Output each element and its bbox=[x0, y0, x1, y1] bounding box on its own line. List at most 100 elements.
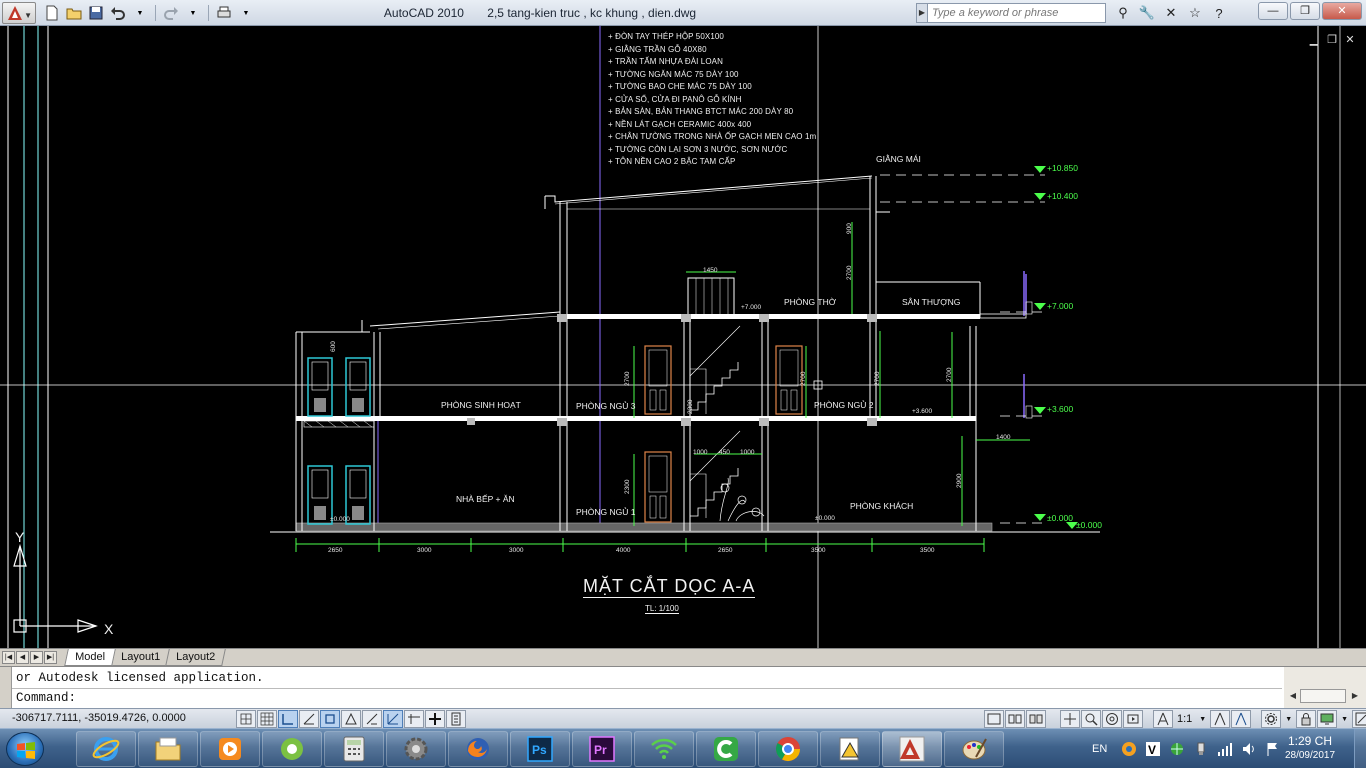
clean-screen-button[interactable] bbox=[1352, 710, 1366, 728]
restore-drawing-button[interactable]: ❐ bbox=[1326, 33, 1338, 46]
minimize-button[interactable]: — bbox=[1258, 2, 1288, 20]
previous-tab-button[interactable]: ◀ bbox=[16, 651, 29, 664]
tab-layout1[interactable]: Layout1 bbox=[110, 649, 171, 666]
tray-volume[interactable] bbox=[1239, 739, 1259, 759]
taskbar-chrome[interactable] bbox=[758, 731, 818, 767]
auto-scale-button[interactable] bbox=[1231, 710, 1252, 728]
label-phong-ngu-2: PHÒNG NGỦ 2 bbox=[814, 400, 874, 410]
model-space-button[interactable] bbox=[984, 710, 1004, 728]
clock-date: 28/09/2017 bbox=[1284, 750, 1336, 761]
annotation-scale-value[interactable]: 1:1 bbox=[1174, 713, 1195, 725]
taskbar-settings-app[interactable] bbox=[386, 731, 446, 767]
level-0000: ±0.000 bbox=[1047, 513, 1073, 523]
coordinate-readout[interactable]: -306717.7111, -35019.4726, 0.0000 bbox=[12, 712, 186, 724]
favorites-star-icon[interactable]: ☆ bbox=[1184, 3, 1206, 23]
label-phong-ngu-3: PHÒNG NGỦ 3 bbox=[576, 401, 636, 411]
showmotion-button[interactable] bbox=[1123, 710, 1143, 728]
dynamic-ucs-toggle[interactable] bbox=[383, 710, 403, 728]
chevron-down-icon[interactable]: ▼ bbox=[1196, 716, 1209, 723]
redo-button[interactable] bbox=[161, 3, 181, 23]
search-input[interactable]: Type a keyword or phrase bbox=[928, 3, 1106, 23]
subscription-key-icon[interactable]: 🔧 bbox=[1136, 3, 1158, 23]
steering-wheel-button[interactable] bbox=[1102, 710, 1122, 728]
lineweight-toggle[interactable] bbox=[425, 710, 445, 728]
undo-dropdown[interactable]: ▼ bbox=[130, 3, 150, 23]
taskbar-premiere[interactable]: Pr bbox=[572, 731, 632, 767]
minimize-drawing-button[interactable]: ▁ bbox=[1308, 33, 1320, 46]
tray-usb[interactable] bbox=[1191, 739, 1211, 759]
command-input[interactable]: Command: bbox=[16, 691, 76, 705]
tray-network-globe[interactable] bbox=[1167, 739, 1187, 759]
zoom-button[interactable] bbox=[1081, 710, 1101, 728]
taskbar-clock[interactable]: 1:29 CH 28/09/2017 bbox=[1270, 733, 1350, 763]
snap-mode-toggle[interactable] bbox=[236, 710, 256, 728]
taskbar-media-player[interactable] bbox=[200, 731, 260, 767]
language-indicator[interactable]: EN bbox=[1092, 743, 1107, 755]
drawing-area[interactable]: ▁ ❐ ✕ + ĐÒN TAY THÉP HỘP 50X100 + GIẰNG … bbox=[0, 26, 1366, 648]
tray-app-icon[interactable] bbox=[1119, 739, 1139, 759]
polar-tracking-toggle[interactable] bbox=[299, 710, 319, 728]
scroll-left-icon[interactable]: ◀ bbox=[1286, 689, 1300, 703]
taskbar-coccoc[interactable] bbox=[262, 731, 322, 767]
taskbar-doc-app[interactable] bbox=[820, 731, 880, 767]
binoculars-icon[interactable]: ⚲ bbox=[1112, 3, 1134, 23]
close-button[interactable]: ✕ bbox=[1322, 2, 1362, 20]
note-line: + ĐÒN TAY THÉP HỘP 50X100 bbox=[608, 32, 724, 41]
command-window-grip[interactable] bbox=[0, 667, 12, 709]
search-expand-button[interactable]: ▶ bbox=[916, 3, 928, 23]
object-snap-toggle[interactable] bbox=[320, 710, 340, 728]
taskbar-photoshop[interactable]: Ps bbox=[510, 731, 570, 767]
qat-customize-dropdown[interactable]: ▼ bbox=[236, 3, 256, 23]
new-button[interactable] bbox=[42, 3, 62, 23]
pan-button[interactable] bbox=[1060, 710, 1080, 728]
tray-vietkey[interactable]: V bbox=[1143, 739, 1163, 759]
application-menu-button[interactable]: ▼ bbox=[2, 2, 36, 24]
tab-model[interactable]: Model bbox=[64, 649, 116, 666]
chevron-down-icon[interactable]: ▼ bbox=[1282, 716, 1295, 723]
chevron-down-icon[interactable]: ▼ bbox=[1338, 716, 1351, 723]
dynamic-input-toggle[interactable] bbox=[404, 710, 424, 728]
annotation-scale-button[interactable] bbox=[1153, 710, 1173, 728]
ortho-mode-toggle[interactable] bbox=[278, 710, 298, 728]
hardware-acceleration-button[interactable] bbox=[1317, 710, 1338, 728]
command-scrollbar[interactable]: ◀ ▶ bbox=[1284, 667, 1366, 709]
object-tracking-toggle[interactable] bbox=[362, 710, 382, 728]
taskbar-paint[interactable] bbox=[944, 731, 1004, 767]
taskbar-calculator[interactable] bbox=[324, 731, 384, 767]
taskbar-internet-explorer[interactable] bbox=[76, 731, 136, 767]
taskbar-file-explorer[interactable] bbox=[138, 731, 198, 767]
redo-dropdown[interactable]: ▼ bbox=[183, 3, 203, 23]
undo-button[interactable] bbox=[108, 3, 128, 23]
workspace-switching-button[interactable] bbox=[1261, 710, 1282, 728]
first-tab-button[interactable]: |◀ bbox=[2, 651, 15, 664]
restore-button[interactable]: ❐ bbox=[1290, 2, 1320, 20]
plot-button[interactable] bbox=[214, 3, 234, 23]
show-desktop-button[interactable] bbox=[1354, 729, 1366, 768]
close-drawing-button[interactable]: ✕ bbox=[1344, 33, 1356, 46]
next-tab-button[interactable]: ▶ bbox=[30, 651, 43, 664]
redo-icon bbox=[164, 7, 178, 20]
help-icon[interactable]: ? bbox=[1208, 3, 1230, 23]
app-name: AutoCAD 2010 bbox=[383, 6, 464, 20]
communication-center-icon[interactable]: ✕ bbox=[1160, 3, 1182, 23]
start-button[interactable] bbox=[6, 732, 44, 766]
taskbar-network-app[interactable] bbox=[634, 731, 694, 767]
annotation-visibility-button[interactable] bbox=[1210, 710, 1231, 728]
scroll-right-icon[interactable]: ▶ bbox=[1348, 689, 1362, 703]
3d-osnap-toggle[interactable] bbox=[341, 710, 361, 728]
quick-properties-toggle[interactable] bbox=[446, 710, 466, 728]
scroll-thumb[interactable] bbox=[1300, 689, 1346, 703]
grid-display-toggle[interactable] bbox=[257, 710, 277, 728]
tab-layout2[interactable]: Layout2 bbox=[165, 649, 227, 666]
quick-view-drawings-button[interactable] bbox=[1026, 710, 1046, 728]
taskbar-camtasia[interactable] bbox=[696, 731, 756, 767]
open-button[interactable] bbox=[64, 3, 84, 23]
taskbar-autocad[interactable] bbox=[882, 731, 942, 767]
last-tab-button[interactable]: ▶| bbox=[44, 651, 57, 664]
tray-signal[interactable] bbox=[1215, 739, 1235, 759]
save-button[interactable] bbox=[86, 3, 106, 23]
taskbar-firefox[interactable] bbox=[448, 731, 508, 767]
toolbar-lock-button[interactable] bbox=[1296, 710, 1317, 728]
label-san-thuong: SÂN THƯỢNG bbox=[902, 297, 961, 307]
quick-view-layouts-button[interactable] bbox=[1005, 710, 1025, 728]
